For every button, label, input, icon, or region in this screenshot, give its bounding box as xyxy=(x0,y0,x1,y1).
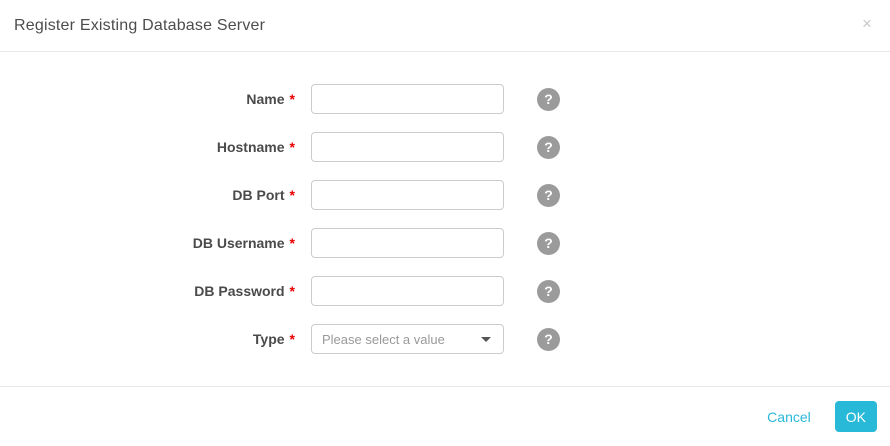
help-icon[interactable]: ? xyxy=(537,184,560,207)
cancel-button[interactable]: Cancel xyxy=(767,409,811,425)
required-asterisk: * xyxy=(290,235,295,251)
dialog-title: Register Existing Database Server xyxy=(14,17,265,35)
db-port-label: DB Port* xyxy=(0,187,295,203)
form-row-db-port: DB Port* ? xyxy=(0,180,890,210)
help-icon[interactable]: ? xyxy=(537,328,560,351)
hostname-input[interactable] xyxy=(311,132,504,162)
help-icon[interactable]: ? xyxy=(537,280,560,303)
required-asterisk: * xyxy=(290,283,295,299)
type-select-value: Please select a value xyxy=(322,332,445,347)
required-asterisk: * xyxy=(290,331,295,347)
form-row-hostname: Hostname* ? xyxy=(0,132,890,162)
type-select[interactable]: Please select a value xyxy=(311,324,504,354)
required-asterisk: * xyxy=(290,91,295,107)
help-icon[interactable]: ? xyxy=(537,88,560,111)
dialog-form: Name* ? Hostname* ? DB Port* xyxy=(0,52,890,386)
db-username-input[interactable] xyxy=(311,228,504,258)
ok-button[interactable]: OK xyxy=(835,401,877,432)
form-row-name: Name* ? xyxy=(0,84,890,114)
register-db-dialog: Register Existing Database Server × Name… xyxy=(0,0,890,446)
hostname-label: Hostname* xyxy=(0,139,295,155)
form-row-db-password: DB Password* ? xyxy=(0,276,890,306)
name-label: Name* xyxy=(0,91,295,107)
db-password-input[interactable] xyxy=(311,276,504,306)
dialog-footer: Cancel OK xyxy=(0,386,890,446)
required-asterisk: * xyxy=(290,187,295,203)
close-icon[interactable]: × xyxy=(857,14,877,34)
required-asterisk: * xyxy=(290,139,295,155)
type-label: Type* xyxy=(0,331,295,347)
db-username-label: DB Username* xyxy=(0,235,295,251)
form-row-db-username: DB Username* ? xyxy=(0,228,890,258)
dialog-header: Register Existing Database Server × xyxy=(0,0,890,52)
chevron-down-icon xyxy=(481,337,491,342)
help-icon[interactable]: ? xyxy=(537,232,560,255)
db-password-label: DB Password* xyxy=(0,283,295,299)
db-port-input[interactable] xyxy=(311,180,504,210)
form-row-type: Type* Please select a value ? xyxy=(0,324,890,354)
name-input[interactable] xyxy=(311,84,504,114)
help-icon[interactable]: ? xyxy=(537,136,560,159)
